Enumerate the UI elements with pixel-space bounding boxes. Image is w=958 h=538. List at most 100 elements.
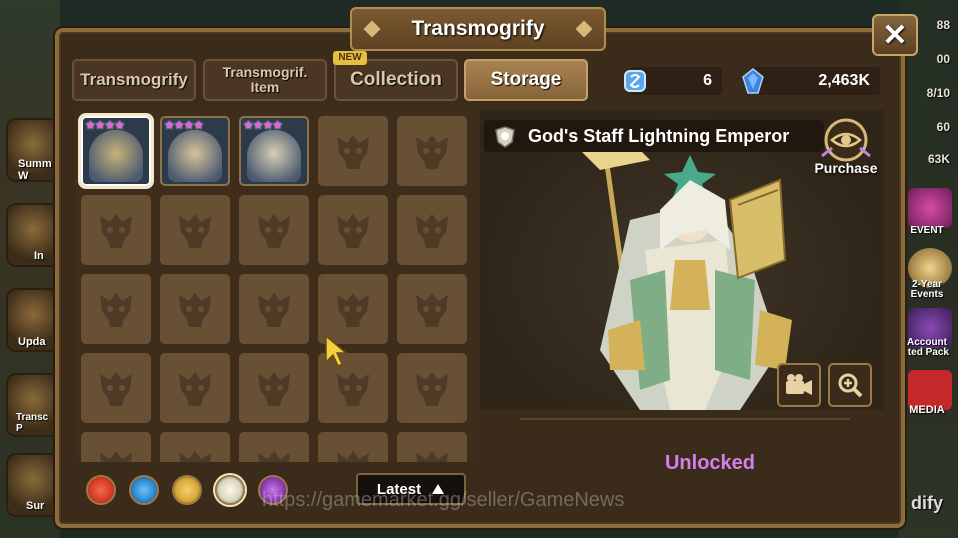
purchase-eye-icon xyxy=(821,118,871,162)
skin-name-bar: God's Staff Lightning Emperor xyxy=(484,120,824,152)
close-button[interactable]: ✕ xyxy=(872,14,918,56)
monster-silhouette-icon xyxy=(258,372,290,406)
empty-slot[interactable] xyxy=(160,432,230,462)
monster-silhouette-icon xyxy=(337,372,369,406)
monster-portrait xyxy=(247,130,301,182)
star-rating: ★★★★ xyxy=(164,118,204,132)
monster-silhouette-icon xyxy=(100,451,132,462)
empty-slot[interactable] xyxy=(397,432,467,462)
modify-button-label[interactable]: dify xyxy=(902,494,952,512)
empty-slot[interactable] xyxy=(318,432,388,462)
tab-transmogrify[interactable]: Transmogrify xyxy=(72,59,196,101)
monster-silhouette-icon xyxy=(337,293,369,327)
wind-element-icon[interactable] xyxy=(172,475,202,505)
monster-silhouette-icon xyxy=(100,372,132,406)
tab-transmogrify-label: Transmogrify xyxy=(80,70,188,89)
monster-silhouette-icon xyxy=(258,451,290,462)
empty-slot[interactable] xyxy=(160,274,230,344)
transmog-stone-value: 6 xyxy=(703,72,712,89)
zoom-preview-button[interactable] xyxy=(828,363,872,407)
empty-slot[interactable] xyxy=(239,353,309,423)
new-badge: NEW xyxy=(333,51,367,65)
empty-slot[interactable] xyxy=(81,353,151,423)
monster-portrait xyxy=(89,130,143,182)
update-menu-label: Upda xyxy=(18,336,46,348)
monster-silhouette-icon xyxy=(416,293,448,327)
monster-silhouette-icon xyxy=(416,372,448,406)
monster-silhouette-icon xyxy=(179,372,211,406)
tab-transmogrif-item[interactable]: Transmogrif. Item xyxy=(203,59,327,101)
tab-transmogrif-item-label: Transmogrif. Item xyxy=(222,64,308,95)
skin-status-text: Unlocked xyxy=(664,452,756,474)
transcendence-pack-label: Transc P xyxy=(16,412,49,434)
inventory-menu-button[interactable] xyxy=(8,205,58,265)
tab-storage[interactable]: Storage xyxy=(464,59,588,101)
empty-slot[interactable] xyxy=(239,195,309,265)
fire-element-icon[interactable] xyxy=(86,475,116,505)
transmog-stone-icon xyxy=(624,70,646,92)
star-rating: ★★★★ xyxy=(243,118,283,132)
monster-silhouette-icon xyxy=(258,214,290,248)
anniversary-events-label: 2-Year Events xyxy=(910,279,944,300)
empty-slot[interactable] xyxy=(160,353,230,423)
event-label: EVENT xyxy=(910,225,944,236)
monster-silhouette-icon xyxy=(100,293,132,327)
crystal-counter: 2,463K xyxy=(752,67,880,95)
monster-silhouette-icon xyxy=(337,451,369,462)
purchase-label: Purchase xyxy=(814,160,878,176)
monster-silhouette-icon xyxy=(179,451,211,462)
empty-slot[interactable] xyxy=(81,195,151,265)
video-camera-icon xyxy=(786,374,812,395)
window-title-plate: Transmogrify xyxy=(350,7,606,51)
media-label: MEDIA xyxy=(909,404,945,416)
monster-silhouette-icon xyxy=(179,214,211,248)
empty-slot[interactable] xyxy=(239,432,309,462)
light-element-badge-icon xyxy=(495,126,515,148)
tab-storage-label: Storage xyxy=(490,69,562,90)
resource-count-2: 00 xyxy=(936,52,950,66)
monster-silhouette-icon xyxy=(258,293,290,327)
skin-name: God's Staff Lightning Emperor xyxy=(528,125,790,146)
mouse-cursor-icon xyxy=(325,334,349,368)
watermark-text: https://gamemarket.gg/seller/GameNews xyxy=(262,489,625,511)
monster-slot-2[interactable]: ★★★★ xyxy=(160,116,230,186)
inventory-menu-label: In xyxy=(34,250,44,262)
monster-silhouette-icon xyxy=(100,214,132,248)
monster-slot-1[interactable]: ★★★★ xyxy=(81,116,151,186)
empty-slot[interactable] xyxy=(81,432,151,462)
resource-count-5: 63K xyxy=(927,152,950,166)
empty-slot[interactable] xyxy=(397,116,467,186)
empty-slot[interactable] xyxy=(239,274,309,344)
monster-silhouette-icon xyxy=(337,214,369,248)
summon-menu-label: Summ W xyxy=(18,158,52,182)
video-preview-button[interactable] xyxy=(777,363,821,407)
empty-slot[interactable] xyxy=(81,274,151,344)
empty-slot[interactable] xyxy=(397,274,467,344)
crystal-value: 2,463K xyxy=(818,72,870,89)
event-gift-button[interactable] xyxy=(908,188,952,228)
empty-slot[interactable] xyxy=(397,353,467,423)
monster-silhouette-icon xyxy=(337,135,369,169)
account-pack-label: Account ited Pack xyxy=(905,337,949,358)
light-element-icon[interactable] xyxy=(215,475,245,505)
survey-menu-label: Sur xyxy=(26,500,45,512)
empty-slot[interactable] xyxy=(160,195,230,265)
crystal-icon xyxy=(742,68,764,94)
empty-slot[interactable] xyxy=(318,116,388,186)
tab-collection[interactable]: Collection xyxy=(334,59,458,101)
empty-slot[interactable] xyxy=(397,195,467,265)
purchase-button[interactable]: Purchase xyxy=(812,118,880,180)
water-element-icon[interactable] xyxy=(129,475,159,505)
window-title: Transmogrify xyxy=(411,17,545,40)
storage-grid: ★★★★ ★★★★ ★★★★ xyxy=(75,110,478,462)
monster-silhouette-icon xyxy=(179,293,211,327)
star-rating: ★★★★ xyxy=(85,118,125,132)
monster-slot-3[interactable]: ★★★★ xyxy=(239,116,309,186)
monster-portrait xyxy=(168,130,222,182)
monster-silhouette-icon xyxy=(416,214,448,248)
close-icon: ✕ xyxy=(882,18,908,52)
resource-count-4: 60 xyxy=(936,120,950,134)
empty-slot[interactable] xyxy=(318,195,388,265)
tab-collection-label: Collection xyxy=(350,69,442,90)
monster-silhouette-icon xyxy=(416,135,448,169)
